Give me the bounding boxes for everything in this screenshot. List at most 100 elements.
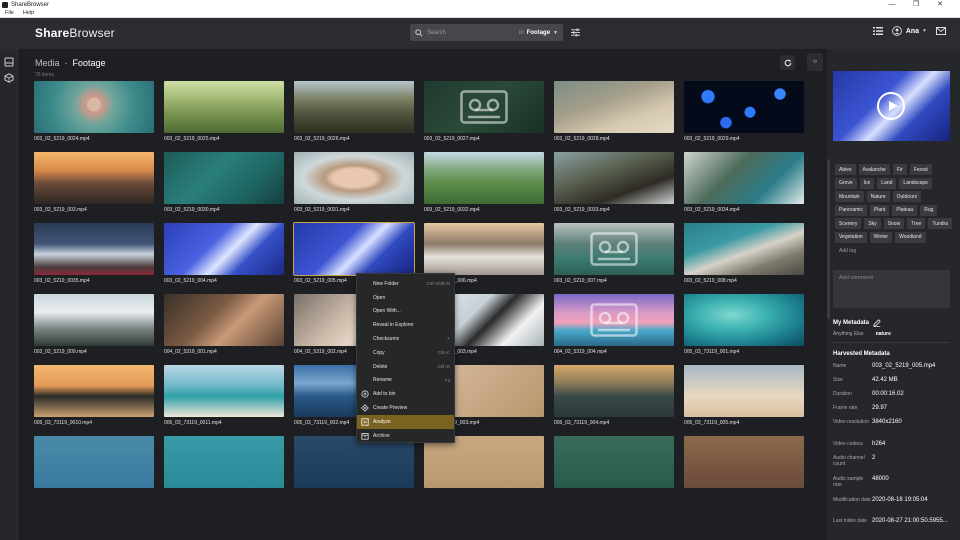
file-thumbnail[interactable]: [684, 436, 804, 488]
context-menu-item-checksums[interactable]: Checksums ›: [357, 332, 454, 346]
file-thumbnail[interactable]: [164, 294, 284, 346]
tag-chip[interactable]: Sky: [864, 218, 881, 229]
file-thumbnail[interactable]: [164, 152, 284, 204]
tag-chip[interactable]: Panoramic: [835, 204, 867, 216]
file-thumbnail[interactable]: [554, 223, 674, 275]
tag-chip[interactable]: Fir: [892, 164, 907, 175]
file-tile[interactable]: 005_03_73119_001.mp4: [684, 294, 804, 358]
file-tile[interactable]: [294, 436, 414, 500]
file-thumbnail[interactable]: [554, 81, 674, 133]
tag-chip[interactable]: Mountain: [835, 191, 864, 202]
search-scope-select[interactable]: Footage: [527, 30, 550, 36]
file-thumbnail[interactable]: [294, 152, 414, 204]
file-thumbnail[interactable]: [424, 436, 544, 488]
file-thumbnail[interactable]: [293, 222, 415, 276]
file-thumbnail[interactable]: [164, 81, 284, 133]
file-thumbnail[interactable]: [164, 436, 284, 488]
tag-chip[interactable]: Abies: [835, 164, 856, 175]
file-tile[interactable]: 003_02_5219_009.mp4: [34, 294, 154, 358]
file-tile[interactable]: 003_02_5219_0032.mp4: [424, 152, 544, 216]
video-preview[interactable]: [833, 71, 950, 141]
drive-icon[interactable]: [4, 57, 14, 67]
file-tile[interactable]: 005_03_73119_0010.mp4: [34, 365, 154, 429]
file-tile[interactable]: 003_02_5219_007.mp4: [554, 223, 674, 287]
file-tile[interactable]: 005_03_73119_004.mp4: [554, 365, 674, 429]
file-thumbnail[interactable]: [684, 223, 804, 275]
edit-pencil-icon[interactable]: [873, 319, 881, 327]
file-tile[interactable]: 003_02_5219_0034.mp4: [684, 152, 804, 216]
breadcrumb-media[interactable]: Media: [35, 58, 60, 68]
context-menu-item-open[interactable]: Open: [357, 291, 454, 305]
file-tile[interactable]: 003_02_5219_0030.mp4: [164, 152, 284, 216]
file-thumbnail[interactable]: [684, 294, 804, 346]
my-metadata-value[interactable]: nature: [876, 331, 891, 337]
tag-chip[interactable]: Plateau: [892, 204, 918, 216]
file-tile[interactable]: 004_02_5319_001.mp4: [164, 294, 284, 358]
context-menu-item-archive[interactable]: Archive: [357, 429, 454, 443]
file-thumbnail[interactable]: [554, 294, 674, 346]
tag-chip[interactable]: Avalanche: [858, 164, 890, 175]
refresh-button[interactable]: [780, 55, 795, 70]
context-menu-item-new-folder[interactable]: New Folder Ctrl+Shift+N: [357, 277, 454, 291]
file-thumbnail[interactable]: [684, 365, 804, 417]
tag-chip[interactable]: Vegetation: [835, 231, 867, 243]
tag-chip[interactable]: Grove: [835, 177, 857, 189]
file-thumbnail[interactable]: [294, 436, 414, 488]
file-thumbnail[interactable]: [554, 436, 674, 488]
list-view-icon[interactable]: [872, 26, 883, 36]
file-tile[interactable]: 003_02_5219_0033.mp4: [554, 152, 674, 216]
user-name[interactable]: Ana: [906, 28, 919, 35]
add-tag-input[interactable]: Add tag: [835, 245, 860, 256]
context-menu-item-rename[interactable]: Rename F2: [357, 374, 454, 388]
file-tile[interactable]: 003_02_5219_0028.mp4: [554, 81, 674, 145]
file-thumbnail[interactable]: [34, 81, 154, 133]
cube-icon[interactable]: [4, 73, 14, 83]
file-tile[interactable]: 003_02_5219_0031.mp4: [294, 152, 414, 216]
menu-help[interactable]: Help: [23, 10, 34, 16]
file-thumbnail[interactable]: [554, 152, 674, 204]
file-tile[interactable]: 005_03_73119_0011.mp4: [164, 365, 284, 429]
menu-file[interactable]: File: [5, 10, 14, 16]
file-tile[interactable]: 003_02_5219_0029.mp4: [684, 81, 804, 145]
file-thumbnail[interactable]: [684, 81, 804, 133]
file-tile[interactable]: [34, 436, 154, 500]
file-tile[interactable]: 003_02_5219_0026.mp4: [294, 81, 414, 145]
context-menu-item-create-preview[interactable]: Create Preview: [357, 401, 454, 415]
tag-chip[interactable]: Outdoors: [892, 191, 922, 202]
file-tile[interactable]: 003_02_5219_008.mp4: [684, 223, 804, 287]
tag-chip[interactable]: Woodland: [895, 231, 926, 243]
app-logo[interactable]: ShareBrowser: [35, 26, 115, 40]
panel-toggle-button[interactable]: ‹›: [807, 53, 823, 71]
context-menu-item-analyze[interactable]: Analyze: [357, 414, 454, 429]
filter-sliders-icon[interactable]: [571, 28, 580, 37]
file-thumbnail[interactable]: [34, 436, 154, 488]
file-thumbnail[interactable]: [294, 81, 414, 133]
search-input[interactable]: Search: [427, 30, 519, 36]
search-bar[interactable]: Search in Footage ▼: [410, 24, 563, 41]
context-menu-item-reveal-in-explorer[interactable]: Reveal in Explorer: [357, 318, 454, 332]
file-thumbnail[interactable]: [34, 223, 154, 275]
minimize-button[interactable]: —: [882, 0, 902, 9]
file-tile[interactable]: 003_02_5219_0025.mp4: [164, 81, 284, 145]
tag-chip[interactable]: Tree: [907, 218, 926, 229]
file-thumbnail[interactable]: [34, 294, 154, 346]
tag-chip[interactable]: Nature: [866, 191, 890, 202]
tag-chip[interactable]: Forest: [909, 164, 932, 175]
file-tile[interactable]: 003_02_5219_0024.mp4: [34, 81, 154, 145]
context-menu-item-delete[interactable]: Delete Ctrl+D: [357, 360, 454, 374]
panel-scrollbar[interactable]: [827, 159, 830, 319]
file-thumbnail[interactable]: [164, 223, 284, 275]
file-thumbnail[interactable]: [34, 365, 154, 417]
tag-chip[interactable]: Scenery: [835, 218, 862, 229]
context-menu-item-open-with[interactable]: Open With...: [357, 305, 454, 319]
file-tile[interactable]: [164, 436, 284, 500]
file-thumbnail[interactable]: [424, 152, 544, 204]
mail-icon[interactable]: [936, 26, 946, 36]
close-window-button[interactable]: ✕: [930, 0, 950, 9]
chevron-down-icon[interactable]: ▼: [553, 30, 558, 36]
file-tile[interactable]: [684, 436, 804, 500]
maximize-button[interactable]: ❐: [906, 0, 926, 9]
tag-chip[interactable]: Rug: [920, 204, 938, 216]
file-tile[interactable]: 003_02_5219_0035.mp4: [34, 223, 154, 287]
comment-input[interactable]: Add comment: [833, 270, 950, 308]
